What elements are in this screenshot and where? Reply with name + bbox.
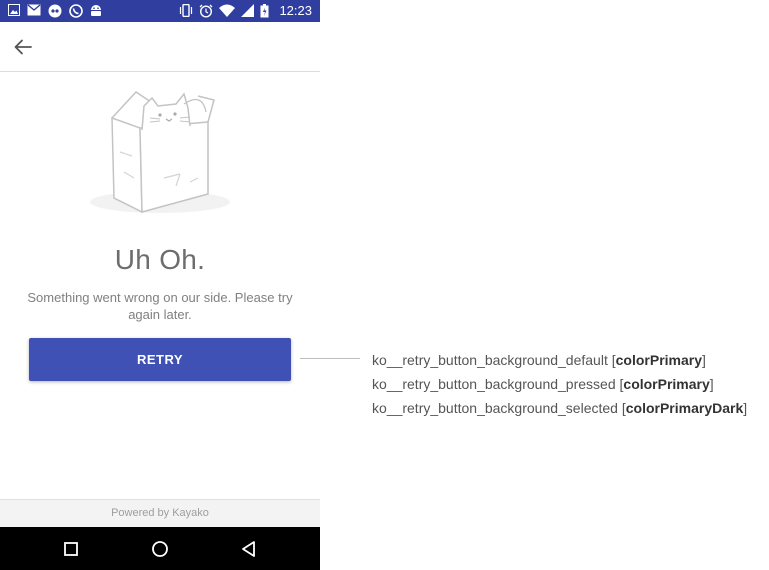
annotation-color-ref: colorPrimary (623, 376, 710, 392)
annotation-resource: ko__retry_button_background_default (372, 352, 608, 368)
cat-in-box-illustration (90, 91, 230, 214)
square-icon[interactable] (61, 539, 81, 559)
annotation-color-ref: colorPrimary (615, 352, 702, 368)
retry-button[interactable]: RETRY (29, 338, 291, 381)
error-message: Something went wrong on our side. Please… (27, 290, 293, 322)
circle-icon[interactable] (150, 539, 170, 559)
navigation-bar (0, 527, 320, 570)
annotation-list: ko__retry_button_background_default [col… (372, 348, 747, 420)
annotation-resource: ko__retry_button_background_selected (372, 400, 618, 416)
annotation-resource: ko__retry_button_background_pressed (372, 376, 616, 392)
notification-icons (8, 4, 102, 18)
arrow-back-icon[interactable] (12, 36, 34, 58)
signal-icon (241, 4, 255, 17)
status-bar: 12:23 (0, 0, 320, 22)
image-icon (8, 4, 20, 16)
whatsapp-icon (69, 4, 83, 18)
vibrate-icon (180, 4, 193, 17)
annotation-connector (300, 358, 360, 359)
alarm-icon (199, 4, 213, 18)
error-title: Uh Oh. (114, 244, 206, 275)
app-bar (0, 22, 320, 72)
annotation-row-selected: ko__retry_button_background_selected [co… (372, 400, 748, 416)
android-icon (91, 5, 101, 16)
battery-icon (260, 3, 269, 17)
phone-screen: 12:23 Uh Oh. Something went wrong on our… (0, 0, 320, 570)
annotation-row-default: ko__retry_button_background_default [col… (372, 352, 706, 368)
annotation-row-pressed: ko__retry_button_background_pressed [col… (372, 376, 714, 392)
powered-by-footer: Powered by Kayako (0, 499, 320, 528)
system-icons: 12:23 (179, 3, 312, 18)
wifi-icon (219, 4, 236, 17)
triangle-back-icon[interactable] (239, 539, 259, 559)
mail-icon (27, 4, 41, 16)
annotation-color-ref: colorPrimaryDark (625, 400, 744, 416)
status-time: 12:23 (279, 3, 312, 18)
messenger-icon (48, 4, 62, 18)
